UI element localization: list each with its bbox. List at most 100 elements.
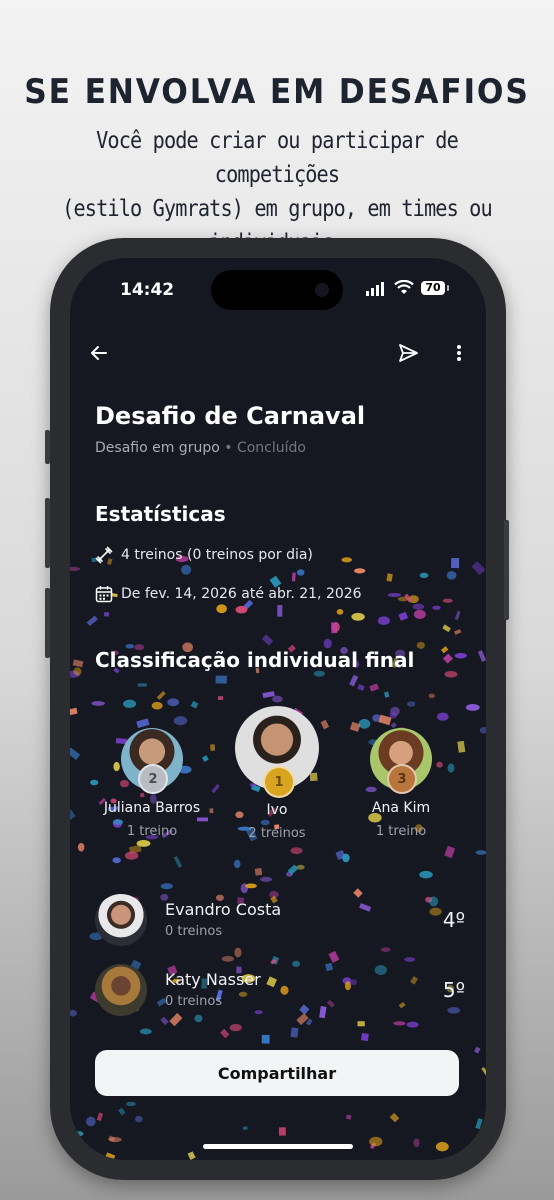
confetti-piece: [404, 957, 416, 962]
confetti-piece: [406, 701, 416, 707]
confetti-piece: [190, 700, 199, 709]
confetti-piece: [345, 1114, 352, 1120]
podium-first-place[interactable]: 1 Ivo 2 treinos: [217, 706, 337, 841]
confetti-piece: [479, 726, 486, 734]
podium-count: 1 treino: [126, 824, 178, 839]
confetti-piece: [229, 1023, 242, 1032]
more-vertical-icon: [457, 345, 461, 361]
stats-heading: Estatísticas: [95, 502, 226, 526]
confetti-piece: [173, 855, 183, 868]
confetti-piece: [296, 864, 305, 870]
confetti-piece: [341, 557, 353, 563]
dumbbell-icon: [95, 546, 113, 564]
confetti-piece: [221, 955, 234, 962]
confetti-piece: [235, 605, 248, 614]
more-options-button[interactable]: [444, 338, 474, 368]
confetti-piece: [432, 605, 441, 610]
confetti-piece: [451, 557, 460, 569]
send-icon: [399, 344, 418, 362]
confetti-piece: [70, 707, 78, 716]
confetti-piece: [139, 1028, 152, 1035]
ranking-row[interactable]: Katy Nasser 0 treinos 5º: [95, 964, 465, 1020]
confetti-piece: [369, 1142, 377, 1150]
silver-medal-icon: 2: [138, 764, 168, 794]
confetti-piece: [278, 1127, 286, 1136]
confetti-piece: [369, 683, 380, 692]
promo-headline: SE ENVOLVA EM DESAFIOS: [24, 72, 530, 112]
confetti-piece: [331, 622, 340, 632]
back-button[interactable]: [84, 338, 114, 368]
podium-third-place[interactable]: 3 Ana Kim 1 treino: [341, 728, 461, 839]
confetti-piece: [72, 659, 84, 668]
confetti-piece: [444, 845, 456, 859]
confetti-piece: [428, 693, 435, 699]
confetti-piece: [442, 624, 451, 633]
confetti-piece: [277, 605, 283, 617]
row-position: 4º: [442, 908, 465, 932]
confetti-piece: [124, 851, 139, 860]
confetti-piece: [181, 564, 192, 575]
confetti-piece: [465, 704, 480, 711]
confetti-piece: [357, 1021, 365, 1027]
podium-count: 2 treinos: [248, 826, 306, 841]
confetti-piece: [351, 612, 365, 621]
confetti-piece: [260, 876, 273, 882]
confetti-piece: [287, 864, 299, 875]
confetti-piece: [481, 1067, 486, 1079]
podium-name: Ivo: [266, 802, 288, 818]
confetti-piece: [261, 1034, 270, 1044]
confetti-piece: [454, 629, 462, 635]
confetti-piece: [474, 1046, 481, 1054]
confetti-piece: [387, 592, 402, 597]
confetti-piece: [286, 871, 293, 877]
challenge-type: Desafio em grupo: [95, 440, 220, 456]
confetti-piece: [245, 883, 257, 889]
confetti-piece: [413, 1138, 420, 1148]
row-name: Evandro Costa: [165, 900, 282, 919]
confetti-piece: [70, 670, 80, 678]
podium-name: Ana Kim: [371, 800, 431, 816]
confetti-piece: [412, 603, 425, 610]
podium-second-place[interactable]: 2 Juliana Barros 1 treino: [92, 728, 212, 839]
wifi-icon: [394, 280, 414, 294]
confetti-piece: [86, 615, 98, 627]
promo-description-line-1: Você pode criar ou participar de competi…: [96, 128, 459, 188]
confetti-piece: [73, 667, 82, 676]
confetti-piece: [446, 570, 457, 580]
confetti-piece: [254, 867, 263, 876]
confetti-piece: [369, 1136, 383, 1147]
confetti-piece: [216, 604, 227, 614]
confetti-piece: [128, 844, 142, 854]
ranking-heading: Classificação individual final: [95, 648, 415, 672]
confetti-piece: [377, 616, 390, 625]
confetti-piece: [454, 652, 467, 659]
share-challenge-button[interactable]: [393, 338, 423, 368]
challenge-status: Concluído: [236, 440, 306, 456]
avatar: [95, 894, 147, 946]
confetti-piece: [328, 950, 340, 963]
confetti-piece: [160, 883, 173, 890]
phone-side-button: [45, 588, 50, 658]
confetti-piece: [262, 691, 275, 698]
confetti-piece: [342, 853, 350, 863]
confetti-piece: [136, 718, 150, 729]
share-button[interactable]: Compartilhar: [95, 1050, 459, 1096]
signal-icon: [366, 282, 384, 296]
stats-workouts: 4 treinos (0 treinos por dia): [95, 546, 313, 564]
podium-name: Juliana Barros: [103, 800, 201, 816]
confetti-piece: [86, 1116, 96, 1127]
confetti-piece: [442, 598, 453, 603]
app-screen: 14:42 70 Desafio de Carnaval Desafio em …: [70, 258, 486, 1160]
confetti-piece: [296, 569, 305, 576]
ranking-row[interactable]: Evandro Costa 0 treinos 4º: [95, 894, 465, 950]
confetti-piece: [112, 857, 121, 864]
challenge-subtitle: Desafio em grupo • Concluído: [95, 440, 306, 456]
confetti-piece: [108, 1135, 116, 1142]
row-name: Katy Nasser: [165, 970, 261, 989]
phone-side-button: [504, 520, 509, 620]
confetti-piece: [393, 1021, 406, 1026]
confetti-piece: [477, 650, 486, 662]
confetti-piece: [96, 1112, 104, 1122]
confetti-piece: [187, 1151, 196, 1160]
confetti-piece: [70, 747, 81, 761]
